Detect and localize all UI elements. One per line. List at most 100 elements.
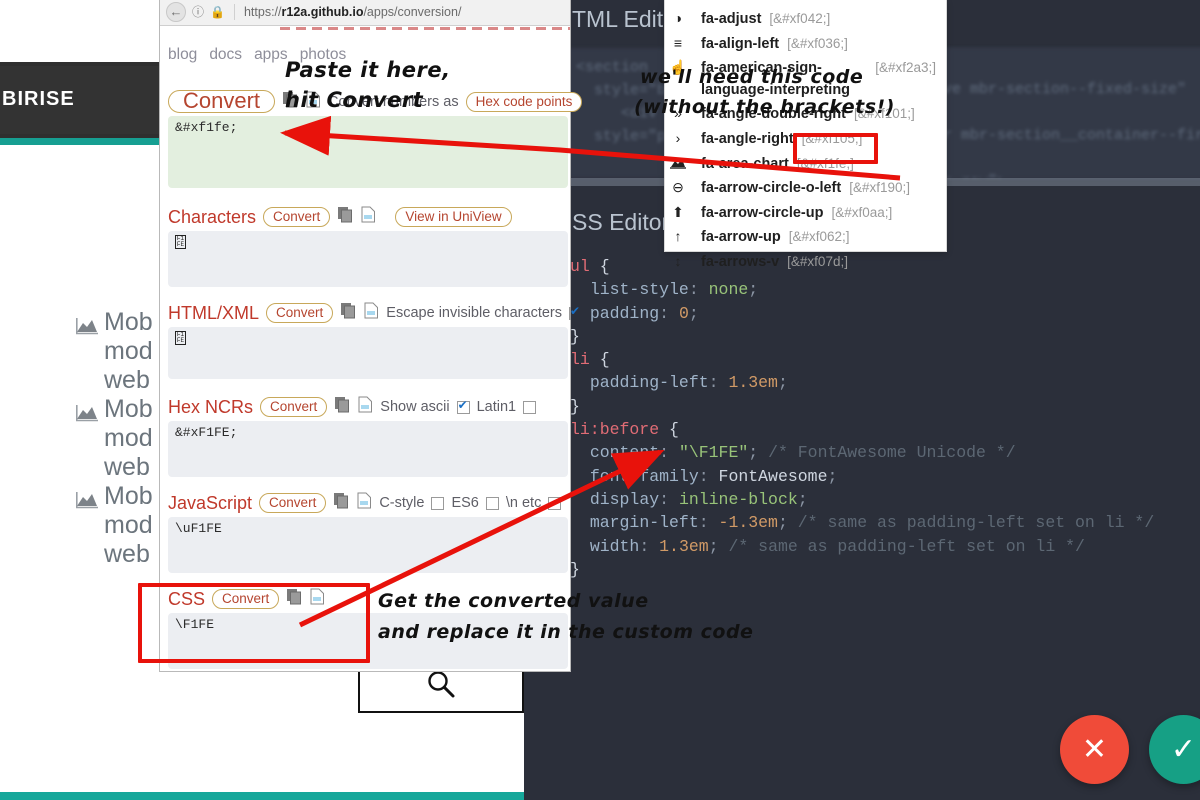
address-bar[interactable]: https://r12a.github.io/apps/conversion/ [244,5,461,19]
css-token: : [639,537,659,556]
es6-label: ES6 [451,495,478,511]
section-javascript: JavaScript Convert C-style ES6 \n etc \u… [168,492,568,573]
file-icon[interactable] [364,302,379,324]
characters-textarea[interactable]: F1FE [168,231,568,287]
css-editor-label: SS Editor: [572,209,676,236]
css-token: 0 [679,304,689,323]
dropdown-item[interactable]: ⊖fa-arrow-circle-o-left[&#xf190;] [665,176,946,201]
show-ascii-checkbox[interactable] [457,401,470,414]
css-code-line: display: inline-block; [570,488,1200,511]
arrows-v-icon: ↕ [665,251,691,273]
escape-invisible-checkbox[interactable] [569,307,571,320]
css-code-line: } [570,325,1200,348]
css-code-line: padding: 0; [570,302,1200,325]
hex-ncrs-textarea[interactable]: &#xF1FE; [168,421,568,477]
section-html-xml: HTML/XML Convert Escape invisible charac… [168,302,568,379]
html-xml-textarea[interactable]: F1FE [168,327,568,379]
dropdown-item[interactable]: ◑fa-adjust[&#xf042;] [665,7,946,32]
newline-etc-checkbox[interactable] [548,497,561,510]
dropdown-item[interactable]: ⬆fa-arrow-circle-up[&#xf0aa;] [665,201,946,226]
list-item-line3: web [104,366,150,394]
copy-icon[interactable] [334,396,351,418]
icon-code: [&#xf0aa;] [831,202,892,224]
javascript-textarea[interactable]: \uF1FE [168,517,568,573]
area-chart-code-highlight [793,133,878,164]
icon-name: fa-arrow-circle-o-left [701,178,841,200]
dropdown-item[interactable]: ≡fa-align-left[&#xf036;] [665,32,946,57]
convert-button[interactable]: Convert [259,493,326,513]
css-token: { [659,420,679,439]
blurred-html-line: wg_row"> [934,170,1200,178]
css-code-line: li { [570,348,1200,371]
icon-code: [&#xf062;] [789,226,850,248]
file-icon[interactable] [361,206,376,228]
css-token: li [570,350,590,369]
list-item-line1: Mob [104,482,153,510]
css-code-line: } [570,558,1200,581]
dropdown-item[interactable]: ↕fa-arrows-v[&#xf07d;] [665,250,946,275]
section-title: Hex NCRs [168,397,253,418]
css-editor-code[interactable]: ul { list-style: none; padding: 0;}li { … [570,255,1200,581]
css-token: none [709,280,749,299]
css-token: ; [778,513,798,532]
browser-toolbar: ← ⓘ 🔒 https://r12a.github.io/apps/conver… [160,0,570,26]
section-characters: Characters Convert View in UniView F1FE [168,206,568,287]
back-arrow-icon[interactable]: ← [166,2,186,22]
convert-button[interactable]: Convert [260,397,327,417]
file-icon[interactable] [357,492,372,514]
css-token: /* same as padding-left set on li */ [728,537,1084,556]
css-token: -1.3em [719,513,778,532]
css-token: display [590,490,659,509]
css-token: "\F1FE" [679,443,748,462]
latin1-checkbox[interactable] [523,401,536,414]
css-token: ul [570,257,590,276]
es6-checkbox[interactable] [486,497,499,510]
latin1-label: Latin1 [477,399,517,415]
conversion-input-textarea[interactable]: &#xf1fe; [168,116,568,188]
nav-link-docs[interactable]: docs [209,46,242,64]
css-token: } [570,397,580,416]
css-code-line: width: 1.3em; /* same as padding-left se… [570,535,1200,558]
convert-button[interactable]: Convert [266,303,333,323]
dropdown-item[interactable]: ↑fa-arrow-up[&#xf062;] [665,225,946,250]
c-style-label: C-style [379,495,424,511]
view-in-uniview-button[interactable]: View in UniView [395,207,511,227]
cancel-button[interactable]: ✕ [1060,715,1129,784]
icon-name: fa-adjust [701,9,761,31]
list-item-line3: web [104,453,150,481]
convert-button-main[interactable]: Convert [168,90,275,113]
page-faded-heading [160,26,570,42]
css-token: : [659,304,679,323]
copy-icon[interactable] [337,206,354,228]
nav-link-apps[interactable]: apps [254,46,288,64]
css-token: ; [827,467,837,486]
annotation-paste-here: Paste it here, hit Convert [285,55,451,115]
css-output-highlight [138,583,370,663]
css-code-line: } [570,395,1200,418]
css-token: : [689,280,709,299]
css-token: : [659,490,679,509]
convert-button[interactable]: Convert [263,207,330,227]
css-token: inline-block [679,490,798,509]
css-token: } [570,560,580,579]
mobirise-brand: BIRISE [0,88,162,111]
icon-code: [&#xf190;] [849,177,910,199]
lock-icon[interactable]: 🔒 [210,5,225,19]
list-item-line2: mod [104,511,153,539]
check-icon: ✓ [1171,732,1196,767]
copy-icon[interactable] [333,492,350,514]
nav-link-blog[interactable]: blog [168,46,197,64]
c-style-checkbox[interactable] [431,497,444,510]
css-token: ; [778,373,788,392]
close-icon: ✕ [1082,732,1107,767]
section-header: HTML/XML Convert Escape invisible charac… [168,302,568,324]
fontawesome-icon-dropdown[interactable]: ◑fa-adjust[&#xf042;] ≡fa-align-left[&#xf… [664,0,947,252]
copy-icon[interactable] [340,302,357,324]
show-ascii-label: Show ascii [380,399,449,415]
annotation-need-code-line2: (without the brackets!) [634,92,895,122]
css-code-line: font-family: FontAwesome; [570,465,1200,488]
hex-code-points-select[interactable]: Hex code points [466,92,583,112]
css-token: FontAwesome [719,467,828,486]
info-icon[interactable]: ⓘ [192,3,204,20]
file-icon[interactable] [358,396,373,418]
